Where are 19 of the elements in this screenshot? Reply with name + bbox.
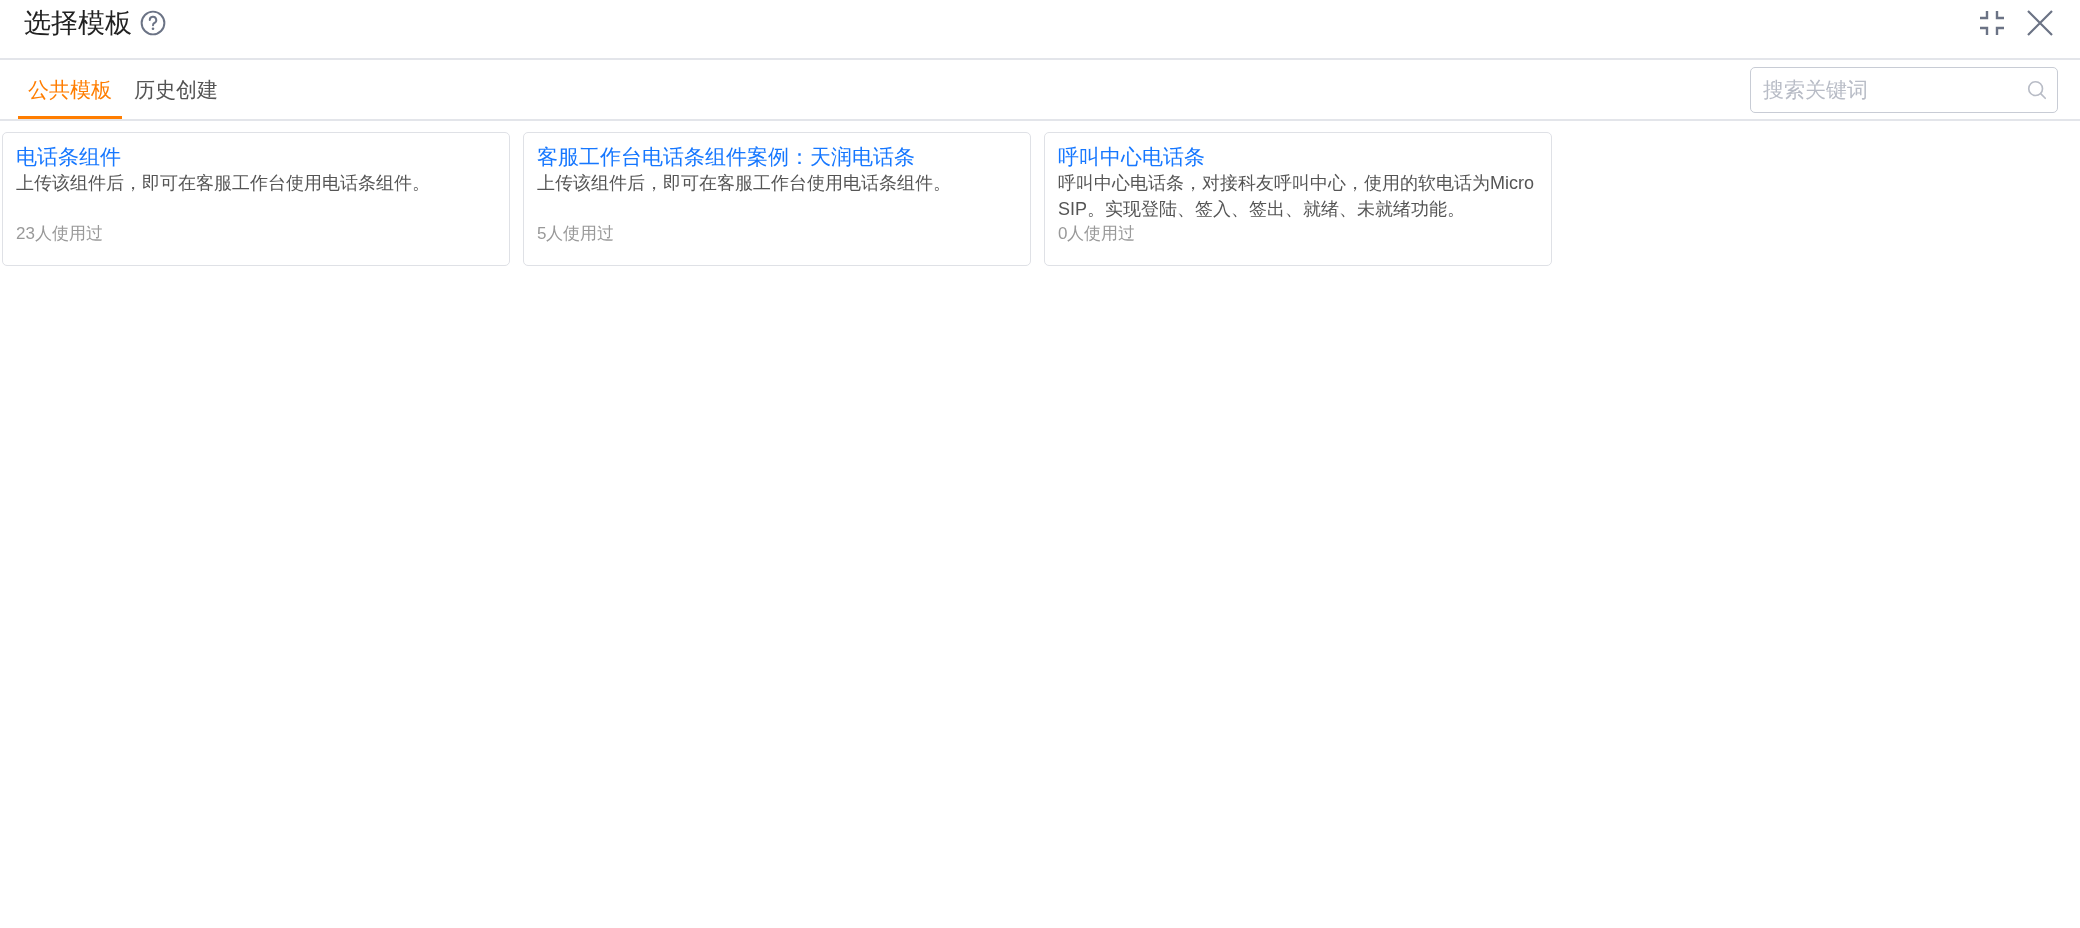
dialog-title: 选择模板 (24, 7, 132, 40)
template-description: 呼叫中心电话条，对接科友呼叫中心，使用的软电话为MicroSIP。实现登陆、签入、签出、就绪、未就绪功能。 (1058, 172, 1535, 221)
tab[interactable]: 历史创建 (132, 60, 220, 119)
collapse-icon[interactable] (1978, 9, 2006, 37)
usage-count: 0人使用过 (1058, 223, 1136, 245)
template-card[interactable]: 电话条组件 上传该组件后，即可在客服工作台使用电话条组件。 23人使用过 (2, 132, 510, 266)
help-icon[interactable] (140, 10, 166, 36)
template-description: 上传该组件后，即可在客服工作台使用电话条组件。 (537, 172, 952, 195)
usage-count: 5人使用过 (537, 223, 615, 245)
template-description: 上传该组件后，即可在客服工作台使用电话条组件。 (16, 172, 431, 195)
usage-count: 23人使用过 (16, 223, 103, 245)
search-field[interactable]: 搜索关键词 (1750, 66, 2058, 113)
template-card[interactable]: 呼叫中心电话条 呼叫中心电话条，对接科友呼叫中心，使用的软电话为MicroSIP。实现登陆、签入、签出、就绪、未就绪功能。 0人使用过 (1044, 132, 1552, 266)
template-title[interactable]: 客服工作台电话条组件案例：天润电话条 (537, 144, 915, 170)
template-card[interactable]: 客服工作台电话条组件案例：天润电话条 上传该组件后，即可在客服工作台使用电话条组件。 5人使用过 (523, 132, 1031, 266)
template-title[interactable]: 呼叫中心电话条 (1058, 144, 1205, 170)
template-title[interactable]: 电话条组件 (16, 144, 121, 170)
close-icon[interactable] (2026, 9, 2054, 37)
search-icon (2026, 78, 2048, 101)
